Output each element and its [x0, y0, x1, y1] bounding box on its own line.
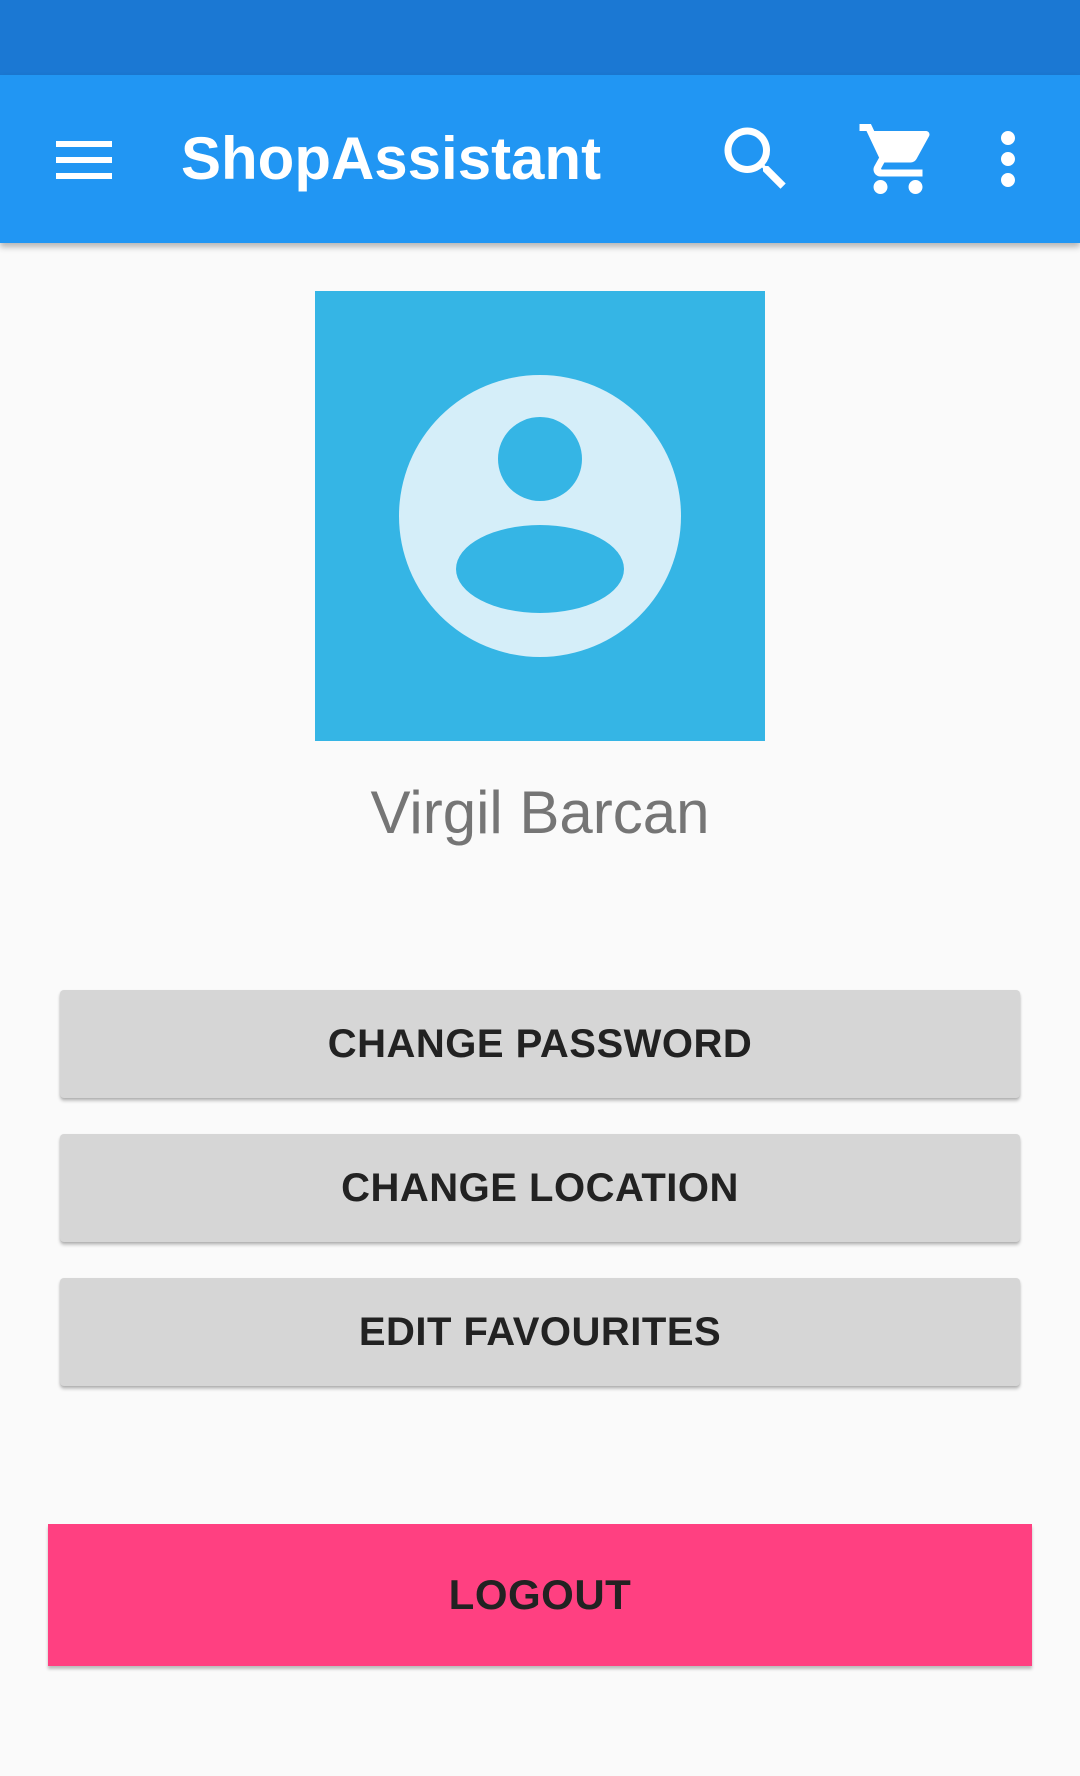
change-password-button[interactable]: CHANGE PASSWORD: [60, 990, 1020, 1098]
cart-icon[interactable]: [856, 117, 940, 201]
app-bar: ShopAssistant: [0, 75, 1080, 243]
avatar[interactable]: [315, 291, 765, 741]
account-circle-icon: [399, 375, 681, 657]
change-location-button[interactable]: CHANGE LOCATION: [60, 1134, 1020, 1242]
edit-favourites-button[interactable]: EDIT FAVOURITES: [60, 1278, 1020, 1386]
more-vert-icon[interactable]: [966, 117, 1050, 201]
app-title: ShopAssistant: [181, 125, 602, 192]
logout-button[interactable]: LOGOUT: [48, 1524, 1032, 1666]
user-name: Virgil Barcan: [370, 779, 710, 846]
search-icon[interactable]: [714, 117, 798, 201]
menu-icon[interactable]: [48, 129, 120, 189]
status-bar: [0, 0, 1080, 75]
